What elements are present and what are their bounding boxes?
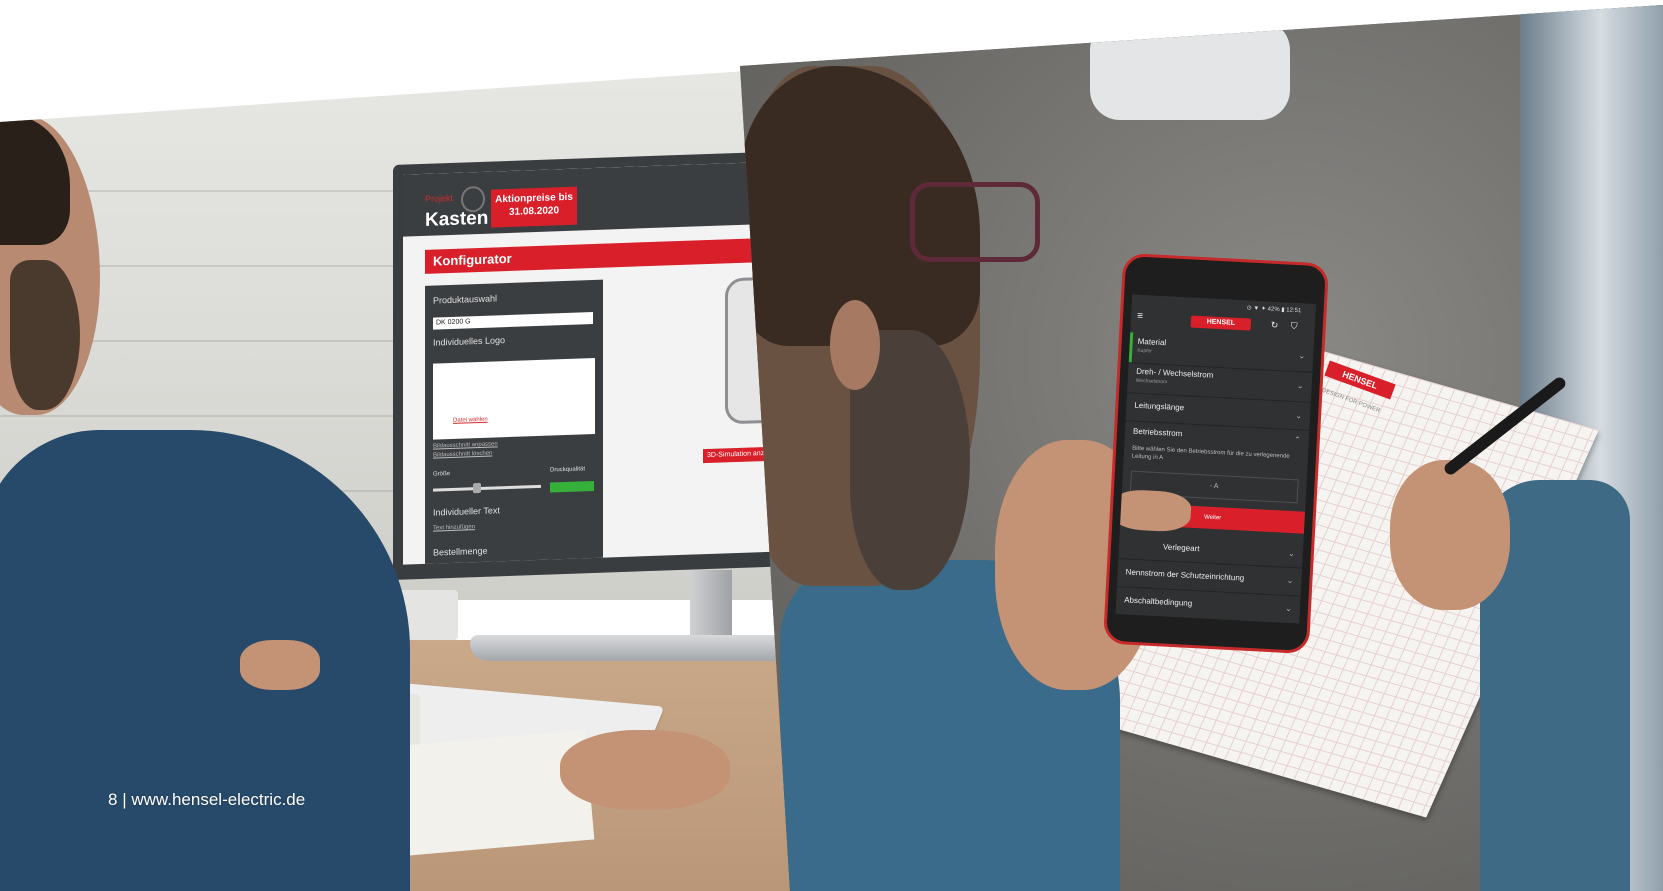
choose-file-link[interactable]: Datei wählen — [453, 417, 488, 424]
quality-label: Druckqualität — [550, 466, 586, 474]
man-left-beard — [10, 260, 80, 410]
man-left-shirt — [0, 430, 410, 891]
row-title: Material — [1137, 336, 1167, 348]
chevron-down-icon: ⌄ — [1287, 548, 1296, 559]
hand-on-keyboard — [240, 640, 320, 690]
page-number: 8 — [108, 790, 118, 809]
logo-upload-area[interactable]: Datei wählen — [433, 357, 595, 440]
config-panel: Produktauswahl DK 0200 G Individuelles L… — [425, 279, 603, 565]
quality-indicator — [550, 480, 594, 493]
row-title: Abschaltbedingung — [1123, 595, 1193, 608]
chevron-down-icon: ⌄ — [1285, 603, 1293, 614]
thumb — [1115, 488, 1192, 533]
chevron-up-icon: ⌃ — [1293, 435, 1302, 445]
delete-crop-link[interactable]: Bildausschnitt löschen — [433, 451, 492, 459]
app-logo: HENSEL — [1190, 315, 1252, 331]
row-title: Betriebsstrom — [1132, 426, 1183, 439]
monitor: Projekt Kasten Aktionpreise bis 31.08.20… — [393, 150, 790, 580]
monitor-stand-base — [470, 635, 790, 661]
adjust-crop-link[interactable]: Bildausschnitt anpassen — [433, 441, 498, 449]
chevron-down-icon: ⌄ — [1295, 411, 1303, 421]
refresh-icon[interactable]: ↻ — [1271, 320, 1279, 331]
size-slider[interactable] — [433, 482, 541, 494]
row-title: Leitungslänge — [1134, 400, 1185, 413]
smartphone: ⊙ ▼ ✦ 42% ▮ 12:51 ≡ HENSEL ↻ ⛉ Material … — [1102, 252, 1330, 655]
logo-small-text: Projekt — [425, 192, 454, 204]
chevron-down-icon: ⌄ — [1298, 351, 1306, 361]
slider-knob[interactable] — [473, 482, 481, 494]
status-bar: ⊙ ▼ ✦ 42% ▮ 12:51 — [1246, 305, 1302, 315]
size-label: Größe — [433, 471, 451, 478]
ear — [830, 300, 880, 390]
logo-kasten: Kasten — [425, 207, 489, 231]
page-title: Konfigurator — [425, 236, 790, 274]
product-select[interactable]: DK 0200 G — [433, 312, 593, 330]
logo-label: Individuelles Logo — [433, 335, 506, 348]
chevron-down-icon: ⌄ — [1286, 575, 1294, 586]
configurator-header: Projekt Kasten Aktionpreise bis 31.08.20… — [403, 160, 790, 237]
hand-on-mouse — [560, 730, 730, 810]
row-sub: Kupfer — [1137, 347, 1153, 355]
monitor-stand-neck — [690, 570, 732, 640]
page-footer: 8 | www.hensel-electric.de — [108, 790, 305, 810]
row-sub: Wechselstrom — [1135, 377, 1168, 386]
row-title: Nennstrom der Schutzeinrichtung — [1125, 567, 1245, 583]
phone-screen: ⊙ ▼ ✦ 42% ▮ 12:51 ≡ HENSEL ↻ ⛉ Material … — [1115, 294, 1316, 624]
monitor-screen: Projekt Kasten Aktionpreise bis 31.08.20… — [403, 160, 790, 565]
glasses — [910, 182, 1040, 262]
quantity-label: Bestellmenge — [433, 545, 488, 558]
footer-separator: | — [122, 790, 127, 809]
product-label: Produktauswahl — [433, 293, 498, 306]
promo-badge[interactable]: Aktionpreise bis 31.08.2020 — [491, 186, 577, 228]
right-photo-phone-scene: HENSEL DESIGN FOR POWER ⊙ ▼ ✦ 42% ▮ 12:5… — [740, 5, 1663, 891]
text-label: Individueller Text — [433, 505, 500, 518]
row-title: Verlegeart — [1162, 542, 1200, 554]
junction-box — [1090, 20, 1290, 120]
cart-icon[interactable]: ⛉ — [1290, 321, 1298, 332]
add-text-link[interactable]: Text hinzufügen — [433, 524, 475, 531]
chevron-down-icon: ⌄ — [1296, 381, 1304, 391]
left-photo-office-scene: Projekt Kasten Aktionpreise bis 31.08.20… — [0, 68, 790, 891]
writing-hand — [1390, 460, 1510, 610]
menu-icon[interactable]: ≡ — [1137, 311, 1143, 322]
footer-url[interactable]: www.hensel-electric.de — [131, 790, 305, 809]
